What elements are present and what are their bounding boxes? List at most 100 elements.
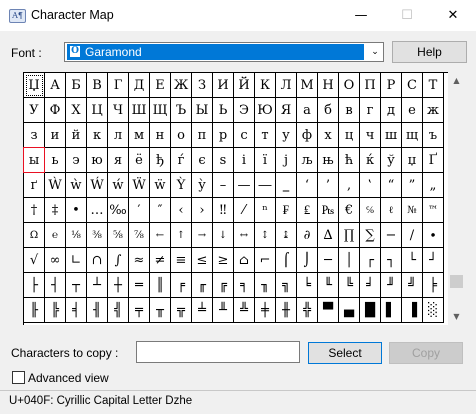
char-cell[interactable]: ẅ	[150, 173, 171, 198]
char-cell[interactable]: о	[171, 123, 192, 148]
char-cell[interactable]: Н	[318, 73, 339, 98]
char-cell[interactable]: ₧	[318, 198, 339, 223]
char-cell[interactable]: ∙	[423, 223, 444, 248]
char-cell[interactable]: ╨	[213, 298, 234, 323]
char-cell[interactable]: ╛	[360, 273, 381, 298]
char-cell[interactable]: ╣	[108, 298, 129, 323]
char-cell[interactable]: ∫	[108, 248, 129, 273]
char-cell[interactable]: я	[108, 148, 129, 173]
char-cell[interactable]: ′	[129, 198, 150, 223]
char-cell[interactable]: Ґ	[423, 148, 444, 173]
char-cell[interactable]: ⅞	[129, 223, 150, 248]
char-cell[interactable]: Т	[423, 73, 444, 98]
char-cell[interactable]: │	[339, 248, 360, 273]
char-cell[interactable]: ы	[23, 147, 45, 173]
char-cell[interactable]: ™	[423, 198, 444, 223]
char-cell[interactable]: –	[213, 173, 234, 198]
char-cell[interactable]: ╤	[129, 298, 150, 323]
char-cell[interactable]: е	[402, 98, 423, 123]
char-cell[interactable]: ―	[255, 173, 276, 198]
advanced-view-label[interactable]: Advanced view	[28, 371, 109, 385]
char-cell[interactable]: ⌐	[255, 248, 276, 273]
char-cell[interactable]: л	[108, 123, 129, 148]
char-cell[interactable]: Ж	[171, 73, 192, 98]
char-cell[interactable]: ╖	[255, 273, 276, 298]
font-dropdown[interactable]: O Garamond ⌄	[64, 42, 384, 62]
char-cell[interactable]: ┴	[87, 273, 108, 298]
char-cell[interactable]: э	[66, 148, 87, 173]
scroll-up-icon[interactable]: ▲	[448, 72, 465, 89]
char-cell[interactable]: У	[24, 98, 45, 123]
char-cell[interactable]: ╧	[192, 298, 213, 323]
char-cell[interactable]: ⅝	[108, 223, 129, 248]
char-cell[interactable]: Ч	[108, 98, 129, 123]
char-cell[interactable]: Ẃ	[87, 173, 108, 198]
char-cell[interactable]: с	[234, 123, 255, 148]
char-cell[interactable]: —	[234, 173, 255, 198]
char-cell[interactable]: ┼	[108, 273, 129, 298]
char-cell[interactable]: ℮	[45, 223, 66, 248]
char-cell[interactable]: ←	[150, 223, 171, 248]
char-cell[interactable]: ∂	[297, 223, 318, 248]
char-cell[interactable]: ↨	[276, 223, 297, 248]
char-cell[interactable]: а	[297, 98, 318, 123]
char-cell[interactable]: †	[24, 198, 45, 223]
char-cell[interactable]: ≤	[192, 248, 213, 273]
char-cell[interactable]: Х	[66, 98, 87, 123]
advanced-view-checkbox[interactable]	[12, 371, 25, 384]
copy-button[interactable]: Copy	[389, 342, 463, 364]
char-cell[interactable]: ╕	[234, 273, 255, 298]
char-cell[interactable]: ╒	[171, 273, 192, 298]
chevron-down-icon[interactable]: ⌄	[367, 43, 383, 61]
char-cell[interactable]: ╜	[381, 273, 402, 298]
char-cell[interactable]: М	[297, 73, 318, 98]
char-cell[interactable]: њ	[318, 148, 339, 173]
char-cell[interactable]: Б	[66, 73, 87, 98]
char-cell[interactable]: Ю	[255, 98, 276, 123]
char-cell[interactable]: ╬	[297, 298, 318, 323]
char-cell[interactable]: ≈	[129, 248, 150, 273]
char-cell[interactable]: й	[66, 123, 87, 148]
char-cell[interactable]: ц	[339, 123, 360, 148]
char-cell[interactable]: №	[402, 198, 423, 223]
char-cell[interactable]: ф	[297, 123, 318, 148]
character-grid[interactable]: ЏАБВГДЕЖЗИЙКЛМНОПРСТ УФХЦЧШЩЪЫЬЭЮЯабвгдеж…	[23, 72, 448, 325]
char-cell[interactable]: ≠	[150, 248, 171, 273]
char-cell[interactable]: √	[24, 248, 45, 273]
char-cell[interactable]: ≡	[171, 248, 192, 273]
char-cell[interactable]: з	[24, 123, 45, 148]
char-cell[interactable]: А	[45, 73, 66, 98]
char-cell[interactable]: ⅜	[87, 223, 108, 248]
char-cell[interactable]: К	[255, 73, 276, 98]
char-cell[interactable]: г	[360, 98, 381, 123]
char-cell[interactable]: →	[192, 223, 213, 248]
char-cell[interactable]: −	[381, 223, 402, 248]
char-cell[interactable]: ├	[24, 273, 45, 298]
char-cell[interactable]: О	[339, 73, 360, 98]
char-cell[interactable]: Ẅ	[129, 173, 150, 198]
char-cell[interactable]: ў	[381, 148, 402, 173]
char-cell[interactable]: б	[318, 98, 339, 123]
char-cell[interactable]: љ	[297, 148, 318, 173]
char-cell[interactable]: Е	[150, 73, 171, 98]
char-cell[interactable]: м	[129, 123, 150, 148]
char-cell[interactable]: ѓ	[171, 148, 192, 173]
char-cell[interactable]: в	[339, 98, 360, 123]
char-cell[interactable]: ђ	[150, 148, 171, 173]
char-cell[interactable]: Ъ	[171, 98, 192, 123]
char-cell[interactable]: И	[213, 73, 234, 98]
char-cell[interactable]: ‚	[339, 173, 360, 198]
char-cell[interactable]: ь	[45, 148, 66, 173]
char-cell[interactable]: ю	[87, 148, 108, 173]
char-cell[interactable]: ╗	[276, 273, 297, 298]
char-cell[interactable]: ╡	[66, 298, 87, 323]
char-cell[interactable]: ℅	[360, 198, 381, 223]
char-cell[interactable]: Я	[276, 98, 297, 123]
char-cell[interactable]: ╙	[318, 273, 339, 298]
char-cell[interactable]: ⌠	[276, 248, 297, 273]
maximize-button[interactable]: ☐	[384, 0, 430, 31]
char-cell[interactable]: ║	[150, 273, 171, 298]
char-cell[interactable]: ’	[318, 173, 339, 198]
char-cell[interactable]: є	[192, 148, 213, 173]
char-cell[interactable]: ╞	[423, 273, 444, 298]
